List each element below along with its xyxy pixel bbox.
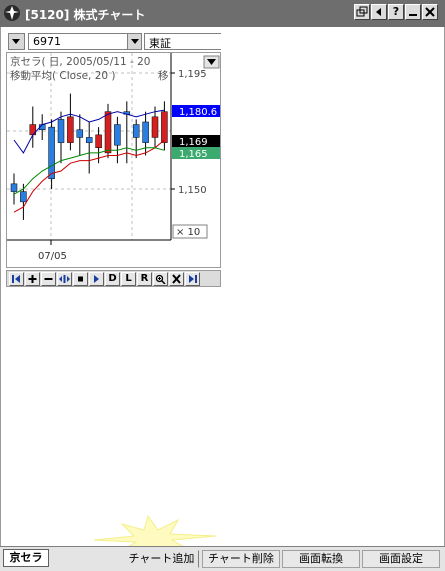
- candle-body-7: [76, 129, 84, 138]
- help-icon[interactable]: ?: [388, 4, 404, 20]
- code-combo[interactable]: 6971: [28, 33, 142, 50]
- window-title: [5120] 株式チャート: [25, 8, 146, 22]
- daily-button[interactable]: D: [105, 272, 120, 286]
- candle-body-11: [114, 124, 121, 146]
- minimize-icon[interactable]: [405, 4, 421, 20]
- app-icon: [4, 5, 20, 21]
- price-label-blue: 1,180.6: [179, 107, 217, 118]
- market-value: 東証: [149, 37, 171, 50]
- stop-icon[interactable]: [73, 272, 88, 286]
- back-icon[interactable]: [371, 4, 387, 20]
- delete-icon[interactable]: [169, 272, 184, 286]
- chevron-down-icon: [127, 34, 141, 49]
- x-tick-label: 07/05: [38, 251, 67, 262]
- chart-toolbar: D L R: [6, 270, 221, 287]
- add-chart-button[interactable]: チャート追加: [124, 550, 199, 568]
- chart-panel[interactable]: 07/05 京セラ( 日, 2005/05/11 - 20 移動平均( Clos…: [6, 52, 221, 268]
- chart-header-line2: 移動平均( Close, 20 ): [10, 69, 116, 82]
- zoom-icon[interactable]: [153, 272, 168, 286]
- close-icon[interactable]: [422, 4, 438, 20]
- candle-body-13: [132, 124, 140, 138]
- plus-icon[interactable]: [25, 272, 40, 286]
- candle-body-4: [48, 126, 55, 179]
- chart-header-line1: 京セラ( 日, 2005/05/11 - 20: [10, 55, 150, 68]
- screen-settings-button[interactable]: 画面設定: [362, 550, 440, 568]
- candle-body-0: [10, 183, 18, 192]
- zoom-label: × 10: [176, 227, 200, 238]
- delete-chart-button[interactable]: チャート削除: [202, 550, 280, 568]
- minus-icon[interactable]: [41, 272, 56, 286]
- price-label-green: 1,165: [179, 149, 208, 160]
- chart-header-line2-right: 移: [158, 69, 169, 82]
- candlestick-chart[interactable]: 07/05 京セラ( 日, 2005/05/11 - 20 移動平均( Clos…: [7, 53, 220, 267]
- next-icon[interactable]: [89, 272, 104, 286]
- zoom-indicator: × 10: [172, 224, 208, 239]
- title-bar: [5120] 株式チャート ?: [0, 0, 445, 27]
- market-combo[interactable]: 東証: [144, 33, 221, 50]
- restore-icon[interactable]: [354, 4, 370, 20]
- candle-body-5: [57, 119, 65, 143]
- log-button[interactable]: L: [121, 272, 136, 286]
- menu-dropdown[interactable]: [8, 33, 25, 50]
- bottom-bar: 京セラ チャート追加 チャート削除 画面転換 画面設定: [0, 546, 445, 571]
- reset-button[interactable]: R: [137, 272, 152, 286]
- candle-body-10: [104, 111, 112, 154]
- price-label-1150: 1,150: [178, 185, 207, 196]
- chart-menu-dropdown[interactable]: [203, 55, 220, 69]
- chevron-down-icon: [9, 34, 24, 49]
- candle-body-15: [151, 116, 159, 138]
- candle-body-1: [20, 191, 27, 203]
- screen-convert-button[interactable]: 画面転換: [282, 550, 360, 568]
- sheet-tab-kyocera[interactable]: 京セラ: [3, 549, 49, 567]
- burst-highlight-icon: [93, 514, 217, 548]
- code-value: 6971: [33, 35, 61, 48]
- pan-icon[interactable]: [57, 272, 72, 286]
- last-icon[interactable]: [185, 272, 200, 286]
- candle-body-16: [161, 111, 168, 143]
- candle-body-14: [142, 121, 149, 143]
- candle-body-6: [67, 116, 74, 143]
- candle-body-9: [95, 134, 102, 149]
- candle-body-8: [85, 137, 93, 143]
- price-label-1195: 1,195: [178, 69, 207, 80]
- first-icon[interactable]: [9, 272, 24, 286]
- price-label-black: 1,169: [179, 137, 208, 148]
